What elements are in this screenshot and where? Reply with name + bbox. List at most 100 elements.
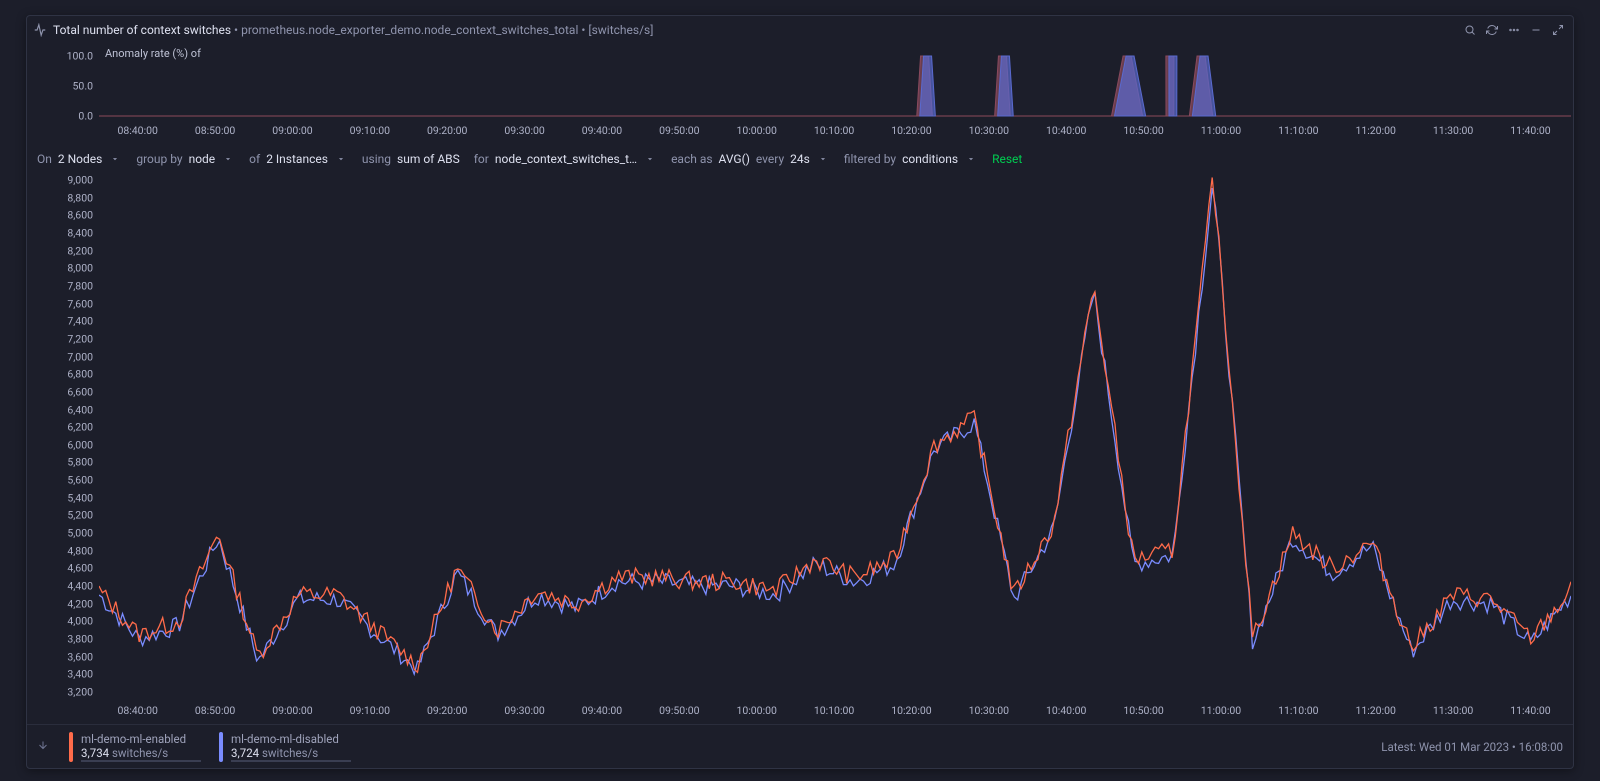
ytick: 8,200 bbox=[67, 244, 93, 257]
xtick: 09:30:00 bbox=[486, 124, 563, 144]
anomaly-chart[interactable]: Anomaly rate (%) of 100.0 50.0 0.0 08:40… bbox=[27, 44, 1573, 144]
chevron-down-icon[interactable] bbox=[964, 154, 978, 164]
filtered-label: filtered by bbox=[844, 152, 896, 166]
ytick: 4,000 bbox=[67, 615, 93, 628]
ytick: 0.0 bbox=[78, 110, 93, 123]
legend-item-0[interactable]: ml-demo-ml-enabled 3,734 switches/s bbox=[69, 732, 219, 762]
xtick: 10:30:00 bbox=[950, 124, 1027, 144]
anomaly-x-axis: 08:40:0008:50:0009:00:0009:10:0009:20:00… bbox=[99, 124, 1569, 144]
xtick: 09:30:00 bbox=[486, 704, 563, 724]
title-icon bbox=[33, 23, 47, 37]
ytick: 5,200 bbox=[67, 509, 93, 522]
each-value[interactable]: AVG() bbox=[719, 152, 750, 166]
panel-actions bbox=[1461, 21, 1567, 39]
xtick: 10:30:00 bbox=[950, 704, 1027, 724]
xtick: 10:50:00 bbox=[1105, 704, 1182, 724]
ytick: 7,400 bbox=[67, 315, 93, 328]
chevron-down-icon[interactable] bbox=[221, 154, 235, 164]
expand-button[interactable] bbox=[1549, 21, 1567, 39]
ytick: 8,000 bbox=[67, 262, 93, 275]
ytick: 3,600 bbox=[67, 650, 93, 663]
groupby-value[interactable]: node bbox=[189, 152, 216, 166]
ytick: 7,000 bbox=[67, 350, 93, 363]
of-label: of bbox=[249, 152, 260, 166]
reset-button[interactable]: Reset bbox=[992, 152, 1022, 166]
refresh-button[interactable] bbox=[1483, 21, 1501, 39]
ytick: 6,200 bbox=[67, 421, 93, 434]
xtick: 09:20:00 bbox=[409, 704, 486, 724]
sort-arrow-icon[interactable] bbox=[37, 739, 49, 754]
every-label: every bbox=[756, 152, 784, 166]
on-label: On bbox=[37, 152, 52, 166]
xtick: 09:40:00 bbox=[563, 124, 640, 144]
xtick: 10:10:00 bbox=[795, 704, 872, 724]
chart-panel: Total number of context switches • prome… bbox=[26, 15, 1574, 769]
ytick: 6,000 bbox=[67, 438, 93, 451]
xtick: 09:50:00 bbox=[641, 704, 718, 724]
xtick: 09:00:00 bbox=[254, 704, 331, 724]
ytick: 100.0 bbox=[67, 50, 93, 63]
ytick: 6,800 bbox=[67, 368, 93, 381]
minimize-button[interactable] bbox=[1527, 21, 1545, 39]
xtick: 11:20:00 bbox=[1337, 704, 1414, 724]
chevron-down-icon[interactable] bbox=[816, 154, 830, 164]
chevron-down-icon[interactable] bbox=[108, 154, 122, 164]
query-row: On 2 Nodes group by node of 2 Instances … bbox=[27, 144, 1573, 172]
latest-timestamp: Latest: Wed 01 Mar 2023 • 16:08:00 bbox=[1381, 740, 1563, 754]
main-x-axis: 08:40:0008:50:0009:00:0009:10:0009:20:00… bbox=[99, 704, 1569, 724]
legend-value: 3,734 bbox=[81, 746, 109, 760]
main-plot bbox=[99, 172, 1571, 700]
nodes-value[interactable]: 2 Nodes bbox=[58, 152, 102, 166]
xtick: 10:00:00 bbox=[718, 704, 795, 724]
chevron-down-icon[interactable] bbox=[643, 154, 657, 164]
ytick: 9,000 bbox=[67, 174, 93, 187]
xtick: 11:40:00 bbox=[1492, 704, 1569, 724]
ytick: 3,800 bbox=[67, 633, 93, 646]
xtick: 09:20:00 bbox=[409, 124, 486, 144]
xtick: 10:20:00 bbox=[873, 124, 950, 144]
xtick: 10:50:00 bbox=[1105, 124, 1182, 144]
legend-value: 3,724 bbox=[231, 746, 259, 760]
groupby-label: group by bbox=[136, 152, 182, 166]
ytick: 5,400 bbox=[67, 491, 93, 504]
ytick: 50.0 bbox=[73, 80, 93, 93]
legend-color-swatch bbox=[219, 732, 223, 762]
more-button[interactable] bbox=[1505, 21, 1523, 39]
legend-unit: switches/s bbox=[262, 746, 318, 760]
ytick: 6,600 bbox=[67, 385, 93, 398]
ytick: 3,400 bbox=[67, 668, 93, 681]
panel-title: Total number of context switches • prome… bbox=[53, 23, 653, 37]
anomaly-plot bbox=[99, 44, 1571, 124]
ytick: 4,600 bbox=[67, 562, 93, 575]
ytick: 5,000 bbox=[67, 527, 93, 540]
legend-name: ml-demo-ml-enabled bbox=[81, 732, 201, 746]
using-value[interactable]: sum of ABS bbox=[397, 152, 460, 166]
xtick: 11:30:00 bbox=[1414, 124, 1491, 144]
every-value[interactable]: 24s bbox=[790, 152, 810, 166]
ytick: 4,200 bbox=[67, 597, 93, 610]
main-y-axis: 9,0008,8008,6008,4008,2008,0007,8007,600… bbox=[27, 172, 99, 700]
for-value[interactable]: node_context_switches_t… bbox=[495, 152, 637, 166]
xtick: 10:40:00 bbox=[1028, 704, 1105, 724]
legend-unit: switches/s bbox=[112, 746, 168, 760]
xtick: 09:00:00 bbox=[254, 124, 331, 144]
ytick: 4,400 bbox=[67, 580, 93, 593]
ytick: 8,600 bbox=[67, 209, 93, 222]
xtick: 11:20:00 bbox=[1337, 124, 1414, 144]
main-chart[interactable]: 9,0008,8008,6008,4008,2008,0007,8007,600… bbox=[27, 172, 1573, 724]
legend-color-swatch bbox=[69, 732, 73, 762]
xtick: 10:40:00 bbox=[1028, 124, 1105, 144]
xtick: 11:10:00 bbox=[1260, 124, 1337, 144]
legend-name: ml-demo-ml-disabled bbox=[231, 732, 351, 746]
xtick: 08:40:00 bbox=[99, 124, 176, 144]
panel-title-row: Total number of context switches • prome… bbox=[27, 16, 1573, 44]
chevron-down-icon[interactable] bbox=[334, 154, 348, 164]
xtick: 11:30:00 bbox=[1414, 704, 1491, 724]
legend-item-1[interactable]: ml-demo-ml-disabled 3,724 switches/s bbox=[219, 732, 369, 762]
of-value[interactable]: 2 Instances bbox=[266, 152, 328, 166]
xtick: 08:40:00 bbox=[99, 704, 176, 724]
zoom-reset-button[interactable] bbox=[1461, 21, 1479, 39]
xtick: 11:10:00 bbox=[1260, 704, 1337, 724]
xtick: 09:10:00 bbox=[331, 704, 408, 724]
filtered-value[interactable]: conditions bbox=[902, 152, 958, 166]
